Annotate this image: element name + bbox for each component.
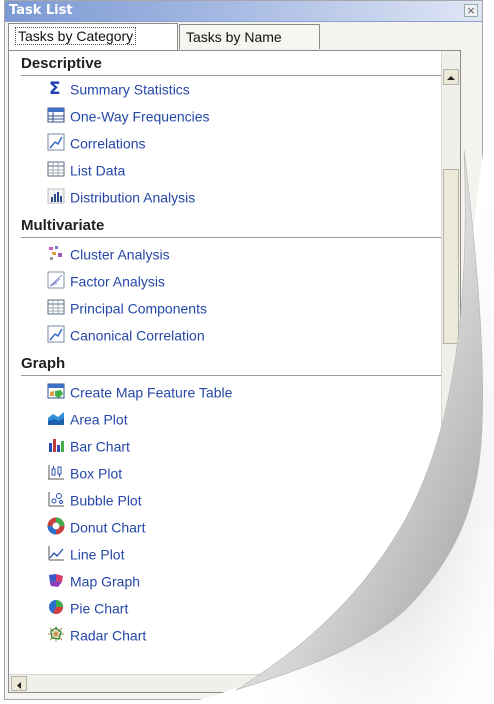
task-correlations[interactable]: Correlations [47,131,145,153]
tab-label: Tasks by Category [15,27,137,45]
task-cluster-analysis[interactable]: Cluster Analysis [47,242,170,264]
task-distribution-analysis[interactable]: Distribution Analysis [47,185,195,207]
task-canonical-correlation[interactable]: Canonical Correlation [47,323,205,345]
task-bubble-plot[interactable]: Bubble Plot [47,488,142,510]
bubble-plot-icon [47,490,65,508]
area-plot-icon [47,409,65,427]
task-factor-analysis[interactable]: Factor Analysis [47,269,165,291]
task-pie-chart[interactable]: Pie Chart [47,596,128,618]
arrow-left-icon [17,682,21,689]
close-icon: × [466,4,476,17]
sigma-icon: Σ [47,79,65,99]
map-table-icon [47,382,65,400]
task-create-map-feature-table[interactable]: Create Map Feature Table [47,380,232,402]
arrow-up-icon [447,76,455,80]
category-header-multivariate: Multivariate [21,215,445,238]
pie-chart-icon [47,598,65,616]
task-map-graph[interactable]: Map Graph [47,569,140,591]
bar-chart-icon [47,436,65,454]
scroll-left-button[interactable] [11,676,27,691]
task-list-data[interactable]: List Data [47,158,125,180]
line-plot-icon [47,544,65,562]
map-graph-icon [47,571,65,589]
horizontal-scrollbar[interactable] [9,674,460,692]
factor-icon [47,271,65,289]
task-donut-chart[interactable]: Donut Chart [47,515,145,537]
category-header-descriptive: Descriptive [21,53,445,76]
panel-title: Task List [9,3,73,18]
box-plot-icon [47,463,65,481]
task-area-plot[interactable]: Area Plot [47,407,128,429]
correlation-icon [47,133,65,151]
category-header-graph: Graph [21,353,445,376]
components-icon [47,298,65,316]
task-radar-chart[interactable]: Radar Chart [47,623,146,645]
title-bar: Task List × [5,1,482,22]
task-one-way-frequencies[interactable]: One-Way Frequencies [47,104,210,126]
tab-tasks-by-name[interactable]: Tasks by Name [179,24,320,49]
vertical-scrollbar[interactable] [441,51,460,692]
task-list-content[interactable]: Descriptive Σ Summary Statistics One-Way… [8,50,461,693]
donut-chart-icon [47,517,65,535]
scroll-up-button[interactable] [443,69,459,85]
tab-label: Tasks by Name [186,29,282,45]
cluster-icon [47,244,65,262]
task-box-plot[interactable]: Box Plot [47,461,122,483]
task-principal-components[interactable]: Principal Components [47,296,207,318]
radar-chart-icon [47,625,65,643]
canonical-icon [47,325,65,343]
task-line-plot[interactable]: Line Plot [47,542,124,564]
close-button[interactable]: × [464,4,478,17]
table-icon [47,106,65,124]
task-bar-chart[interactable]: Bar Chart [47,434,130,456]
histogram-icon [47,187,65,205]
list-data-icon [47,160,65,178]
tab-tasks-by-category[interactable]: Tasks by Category [8,23,178,50]
vertical-scroll-thumb[interactable] [443,169,459,344]
svg-text:Σ: Σ [49,79,61,97]
task-summary-statistics[interactable]: Σ Summary Statistics [47,77,190,99]
